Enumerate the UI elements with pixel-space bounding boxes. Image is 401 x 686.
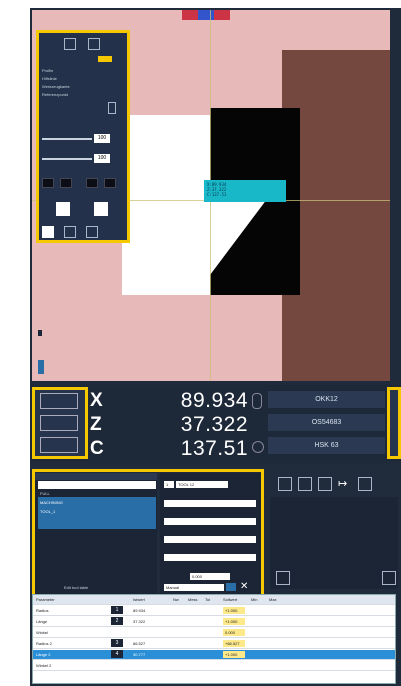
- delete-icon[interactable]: [276, 571, 290, 585]
- axis-label-x: X: [90, 390, 103, 411]
- readout-x: X 89.934: [90, 389, 248, 412]
- table-row[interactable]: Radius 1 89.934 +1.000: [33, 606, 395, 616]
- row-nominal: +1.000: [225, 619, 238, 624]
- col-mess: Mess: [188, 597, 198, 602]
- rotation-icon[interactable]: [252, 441, 264, 453]
- axis-label-z: Z: [90, 414, 102, 435]
- highlight-left-panel: [36, 30, 130, 243]
- col-nominal: Sollwert: [223, 597, 238, 602]
- position-readout-bar: X 89.934 Z 37.322 C 137.51 OKK12 OS54683…: [30, 385, 401, 461]
- print-icon[interactable]: [318, 477, 332, 491]
- tool-serial-field: OS54683: [268, 414, 385, 431]
- readout-z: Z 37.322: [90, 413, 248, 436]
- col-tol: Tol: [205, 597, 211, 602]
- camera-icon[interactable]: [382, 571, 396, 585]
- row-name: Winkel 2: [36, 663, 52, 668]
- row-name: Radius: [36, 608, 49, 613]
- export-icon[interactable]: [278, 477, 292, 491]
- row-name: Winkel: [36, 630, 49, 635]
- tool-id-field: OKK12: [268, 391, 385, 408]
- table-row-selected[interactable]: Länge 2 4 30.777 +1.000: [33, 650, 395, 660]
- table-row[interactable]: Winkel 0.000: [33, 628, 395, 638]
- tool-holder-field: HSK 63: [268, 437, 385, 454]
- measurement-table: Parameter Istwert Nw Mess Tol Sollwert M…: [32, 594, 396, 684]
- row-nominal: +1.000: [225, 608, 238, 613]
- row-badge: 2: [111, 617, 123, 625]
- readout-c: C 137.51: [90, 437, 248, 460]
- row-nominal: +1.000: [225, 652, 238, 657]
- row-name: Radius 2: [36, 641, 52, 646]
- highlight-program: [32, 469, 264, 597]
- highlight-axis-icons: [32, 387, 88, 459]
- table-header: Parameter Istwert Nw Mess Tol Sollwert M…: [33, 595, 395, 605]
- row-name: Länge 2: [36, 652, 51, 657]
- row-actual: 30.777: [133, 652, 146, 657]
- row-badge: 1: [111, 606, 123, 614]
- view-indicator-icon: [38, 360, 44, 374]
- arrow-icon[interactable]: ↦: [338, 477, 352, 491]
- row-badge: 3: [111, 639, 123, 647]
- row-actual: 89.934: [133, 608, 146, 613]
- axis-value-z: 37.322: [180, 413, 248, 436]
- row-actual: 66.527: [133, 641, 146, 646]
- marker-icon: [38, 330, 42, 336]
- overlay-c: C:137.51: [207, 192, 227, 197]
- axis-value-x: 89.934: [180, 389, 248, 412]
- col-actual: Istwert: [133, 597, 145, 602]
- table-row[interactable]: Radius 2 3 66.527 +66.527: [33, 639, 395, 649]
- camera-view[interactable]: X:89.934 Z:37.322 C:137.51 Profile Hilfs…: [32, 10, 390, 381]
- save-icon[interactable]: [358, 477, 372, 491]
- row-badge: 4: [111, 650, 123, 658]
- row-nominal: +66.527: [225, 641, 240, 646]
- lock-icon[interactable]: [252, 393, 262, 409]
- table-row[interactable]: Länge 2 37.322 +1.000: [33, 617, 395, 627]
- axis-label-c: C: [90, 438, 104, 459]
- measure-overlay: X:89.934 Z:37.322 C:137.51: [204, 180, 286, 202]
- row-nominal: 0.000: [225, 630, 236, 635]
- col-nw: Nw: [173, 597, 179, 602]
- program-area: FULL MACHINING TOOL_1 Edit tool table 1 …: [30, 465, 401, 597]
- highlight-right-icons: [387, 387, 401, 459]
- blue-marker: [198, 10, 214, 20]
- axis-value-c: 137.51: [180, 437, 248, 460]
- row-name: Länge: [36, 619, 48, 624]
- table-row[interactable]: Winkel 2: [33, 661, 395, 671]
- col-parameter: Parameter: [36, 597, 55, 602]
- app-window: X:89.934 Z:37.322 C:137.51 Profile Hilfs…: [30, 8, 401, 686]
- col-max: Max: [269, 597, 277, 602]
- col-min: Min: [251, 597, 258, 602]
- row-actual: 37.322: [133, 619, 146, 624]
- tool-edge-shape: [210, 195, 300, 295]
- tool-icon[interactable]: [298, 477, 312, 491]
